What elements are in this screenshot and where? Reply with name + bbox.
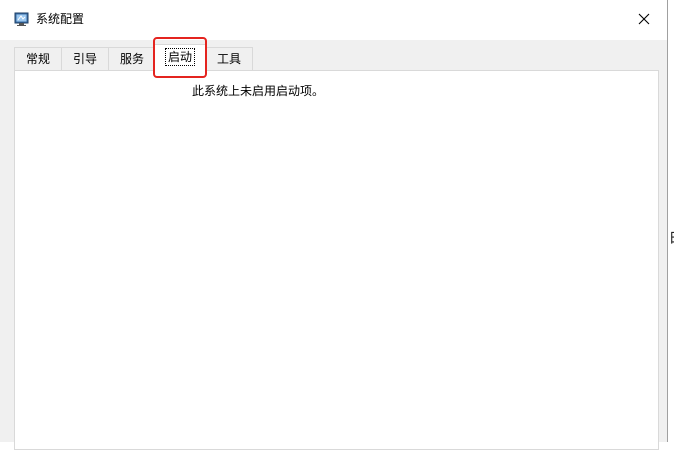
msconfig-app-icon xyxy=(14,11,30,27)
system-configuration-window: 系统配置 常规 引导 服务 启动 工具 此系统上未启用启动项。 xyxy=(0,0,668,450)
startup-empty-message: 此系统上未启用启动项。 xyxy=(192,84,325,98)
tab-boot[interactable]: 引导 xyxy=(61,47,109,70)
tab-startup[interactable]: 启动 xyxy=(154,44,206,71)
close-icon xyxy=(638,10,650,29)
tab-startup-label: 启动 xyxy=(164,48,195,66)
title-bar[interactable]: 系统配置 xyxy=(0,0,667,40)
window-title: 系统配置 xyxy=(36,12,85,26)
tab-services[interactable]: 服务 xyxy=(108,47,156,70)
tab-general-label: 常规 xyxy=(25,52,50,66)
tab-services-label: 服务 xyxy=(119,52,144,66)
tab-tools[interactable]: 工具 xyxy=(205,47,253,70)
tab-general[interactable]: 常规 xyxy=(14,47,62,70)
tab-boot-label: 引导 xyxy=(72,52,97,66)
background-text-fragment: 白 xyxy=(669,226,674,246)
close-button[interactable] xyxy=(621,0,667,38)
startup-tab-panel: 此系统上未启用启动项。 xyxy=(14,70,659,450)
tab-tools-label: 工具 xyxy=(216,52,241,66)
